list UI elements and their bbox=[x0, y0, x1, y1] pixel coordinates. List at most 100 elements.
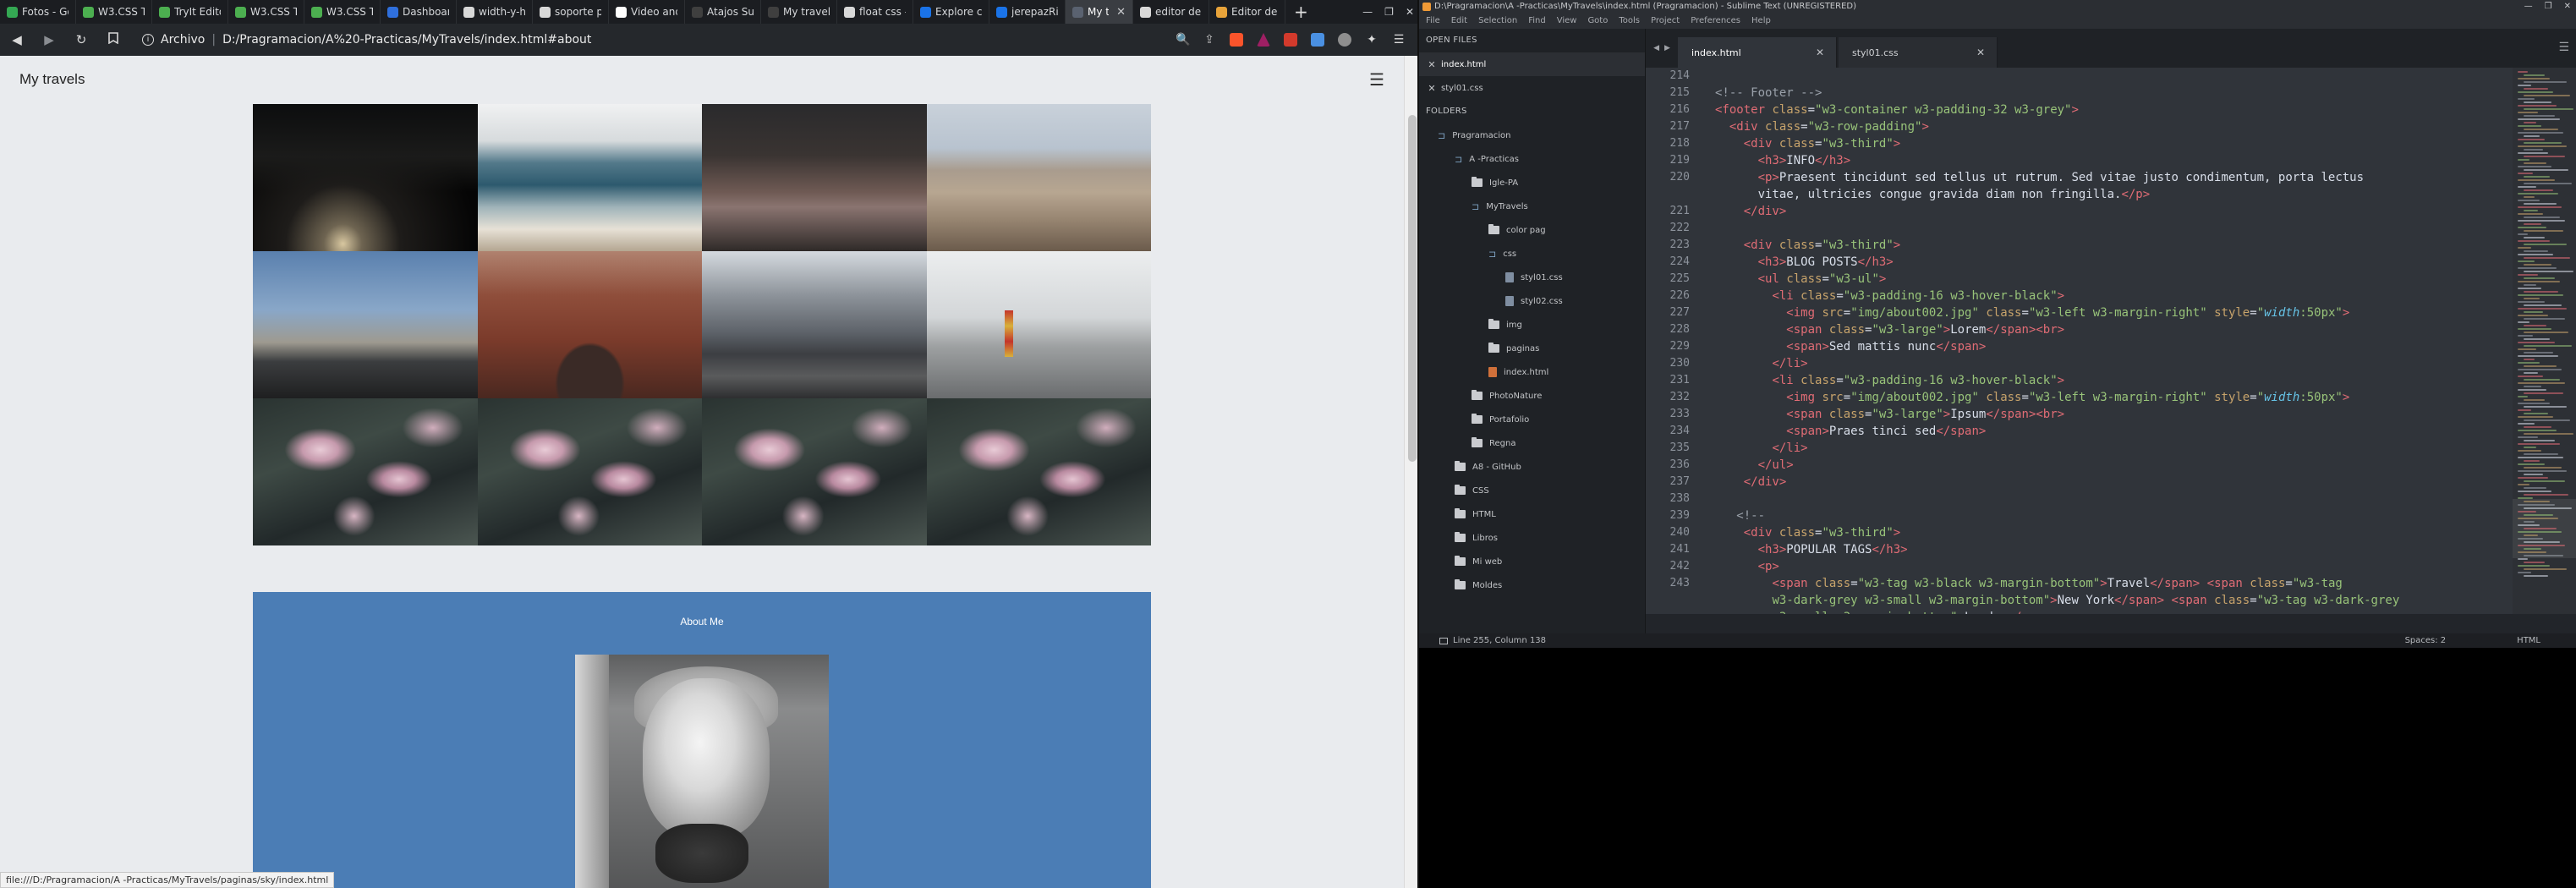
browser-tab[interactable]: width-y-he bbox=[457, 0, 533, 24]
code-line[interactable]: 214 bbox=[1646, 68, 2513, 85]
code-line[interactable]: w3-small w3-margin-bottom">London</span> bbox=[1646, 609, 2513, 614]
minimap[interactable] bbox=[2513, 68, 2576, 614]
code-line[interactable]: 237 </div> bbox=[1646, 474, 2513, 491]
editor-tab-close-icon[interactable]: ✕ bbox=[1976, 47, 1985, 58]
code-line[interactable]: 225 <ul class="w3-ul"> bbox=[1646, 271, 2513, 288]
code-line[interactable]: 228 <span class="w3-large">Lorem</span><… bbox=[1646, 321, 2513, 338]
forward-button[interactable]: ▶ bbox=[41, 32, 58, 47]
tree-item[interactable]: A8 - GitHub bbox=[1419, 455, 1645, 479]
open-file-item[interactable]: ✕ styl01.css bbox=[1419, 76, 1645, 100]
browser-tab[interactable]: Dashboard bbox=[381, 0, 457, 24]
code-line[interactable]: 233 <span class="w3-large">Ipsum</span><… bbox=[1646, 406, 2513, 423]
photo-sunset-forest[interactable] bbox=[253, 104, 478, 251]
code-line[interactable]: 241 <h3>POPULAR TAGS</h3> bbox=[1646, 541, 2513, 558]
menu-find[interactable]: Find bbox=[1528, 14, 1546, 29]
browser-tab[interactable]: W3.CSS T bbox=[76, 0, 152, 24]
tab-next-icon[interactable]: ▶ bbox=[1664, 44, 1670, 52]
code-line[interactable]: 240 <div class="w3-third"> bbox=[1646, 524, 2513, 541]
browser-tab[interactable]: jerepazRi bbox=[989, 0, 1066, 24]
tree-item[interactable]: ⊐ css bbox=[1419, 242, 1645, 266]
code-line[interactable]: 223 <div class="w3-third"> bbox=[1646, 237, 2513, 254]
reload-button[interactable]: ↻ bbox=[73, 32, 90, 47]
rewards-icon[interactable] bbox=[1257, 33, 1270, 47]
code-line[interactable]: 239 <!-- bbox=[1646, 507, 2513, 524]
brave-shield-icon[interactable] bbox=[1230, 33, 1243, 47]
code-line[interactable]: 224 <h3>BLOG POSTS</h3> bbox=[1646, 254, 2513, 271]
code-line[interactable]: 216 <footer class="w3-container w3-paddin… bbox=[1646, 101, 2513, 118]
code-line[interactable]: 229 <span>Sed mattis nunc</span> bbox=[1646, 338, 2513, 355]
tree-item[interactable]: Moldes bbox=[1419, 573, 1645, 597]
photo-blossoms[interactable] bbox=[926, 398, 1151, 545]
tree-item[interactable]: ⊐ A -Practicas bbox=[1419, 147, 1645, 171]
editor-tab[interactable]: styl01.css ✕ bbox=[1839, 37, 1998, 68]
menu-selection[interactable]: Selection bbox=[1478, 14, 1517, 29]
tree-item[interactable]: Mi web bbox=[1419, 550, 1645, 573]
minimize-button[interactable]: — bbox=[1362, 6, 1373, 18]
browser-tab[interactable]: Atajos Sub bbox=[685, 0, 761, 24]
code-line[interactable]: 230 </li> bbox=[1646, 355, 2513, 372]
code-editor[interactable]: 214 215 <!-- Footer --> 216 <footer class="w… bbox=[1646, 68, 2576, 614]
code-line[interactable]: 236 </ul> bbox=[1646, 457, 2513, 474]
tree-item[interactable]: paginas bbox=[1419, 337, 1645, 360]
code-line[interactable]: 234 <span>Praes tinci sed</span> bbox=[1646, 423, 2513, 440]
sublime-close-button[interactable]: ✕ bbox=[2564, 0, 2571, 14]
browser-tab[interactable]: My travels bbox=[761, 0, 837, 24]
close-window-button[interactable]: ✕ bbox=[1406, 6, 1414, 18]
extension-icon[interactable] bbox=[1338, 33, 1351, 47]
tree-item[interactable]: Regna bbox=[1419, 431, 1645, 455]
scrollbar-thumb[interactable] bbox=[1408, 115, 1417, 462]
code-line[interactable]: 232 <img src="img/about002.jpg" class="w… bbox=[1646, 389, 2513, 406]
indentation-setting[interactable]: Spaces: 2 bbox=[2405, 633, 2447, 648]
photo-blossoms[interactable] bbox=[702, 398, 927, 545]
maximize-button[interactable]: ❐ bbox=[1384, 6, 1394, 18]
address-url[interactable]: D:/Pragramacion/A%20-Practicas/MyTravels… bbox=[222, 33, 591, 47]
browser-tab[interactable]: editor de t bbox=[1133, 0, 1209, 24]
tab-overflow-menu-icon[interactable]: ☰ bbox=[2558, 41, 2569, 54]
menu-preferences[interactable]: Preferences bbox=[1691, 14, 1740, 29]
translate-icon[interactable] bbox=[1311, 33, 1324, 47]
close-file-icon[interactable]: ✕ bbox=[1426, 83, 1438, 94]
panel-toggle-icon[interactable] bbox=[1439, 637, 1448, 644]
new-tab-button[interactable]: + bbox=[1285, 0, 1317, 24]
tree-item[interactable]: HTML bbox=[1419, 502, 1645, 526]
info-icon[interactable]: i bbox=[142, 34, 154, 46]
menu-view[interactable]: View bbox=[1557, 14, 1577, 29]
bookmark-button[interactable] bbox=[105, 32, 122, 47]
zoom-icon[interactable]: 🔍 bbox=[1176, 33, 1190, 47]
browser-tab[interactable]: Editor de bbox=[1209, 0, 1285, 24]
photo-dusk-trees[interactable] bbox=[702, 104, 927, 251]
code-line[interactable]: vitae, ultricies congue gravida diam non… bbox=[1646, 186, 2513, 203]
code-line[interactable]: 221 </div> bbox=[1646, 203, 2513, 220]
photo-city-view[interactable] bbox=[926, 104, 1151, 251]
sublime-maximize-button[interactable]: ❐ bbox=[2545, 0, 2552, 14]
photo-highway[interactable] bbox=[253, 251, 478, 398]
tree-item[interactable]: index.html bbox=[1419, 360, 1645, 384]
puzzle-icon[interactable]: ✦ bbox=[1365, 33, 1378, 47]
browser-tab[interactable]: Fotos - Go bbox=[0, 0, 76, 24]
browser-tab[interactable]: My tra ✕ bbox=[1066, 0, 1133, 24]
browser-tab[interactable]: float css - bbox=[837, 0, 913, 24]
menu-file[interactable]: File bbox=[1426, 14, 1440, 29]
code-line[interactable]: 242 <p> bbox=[1646, 558, 2513, 575]
close-file-icon[interactable]: ✕ bbox=[1426, 59, 1438, 70]
code-line[interactable]: 243 <span class="w3-tag w3-black w3-marg… bbox=[1646, 575, 2513, 592]
tree-item[interactable]: styl02.css bbox=[1419, 289, 1645, 313]
tree-item[interactable]: Portafolio bbox=[1419, 408, 1645, 431]
code-line[interactable]: 217 <div class="w3-row-padding"> bbox=[1646, 118, 2513, 135]
code-line[interactable]: 238 bbox=[1646, 491, 2513, 507]
editor-tab-close-icon[interactable]: ✕ bbox=[1816, 47, 1824, 58]
code-line[interactable]: 231 <li class="w3-padding-16 w3-hover-bl… bbox=[1646, 372, 2513, 389]
code-line[interactable]: 219 <h3>INFO</h3> bbox=[1646, 152, 2513, 169]
menu-edit[interactable]: Edit bbox=[1451, 14, 1467, 29]
tree-item[interactable]: Libros bbox=[1419, 526, 1645, 550]
tree-item[interactable]: color pag bbox=[1419, 218, 1645, 242]
browser-tab[interactable]: Video and bbox=[609, 0, 685, 24]
browser-tab[interactable]: TryIt Edito bbox=[152, 0, 228, 24]
code-line[interactable]: 235 </li> bbox=[1646, 440, 2513, 457]
syntax-setting[interactable]: HTML bbox=[2517, 633, 2540, 648]
tab-nav-arrows[interactable]: ◀ ▶ bbox=[1646, 29, 1678, 68]
back-button[interactable]: ◀ bbox=[8, 32, 25, 47]
photo-tower-plaza[interactable] bbox=[702, 251, 927, 398]
code-line[interactable]: 215 <!-- Footer --> bbox=[1646, 85, 2513, 101]
code-line[interactable]: 226 <li class="w3-padding-16 w3-hover-bl… bbox=[1646, 288, 2513, 304]
